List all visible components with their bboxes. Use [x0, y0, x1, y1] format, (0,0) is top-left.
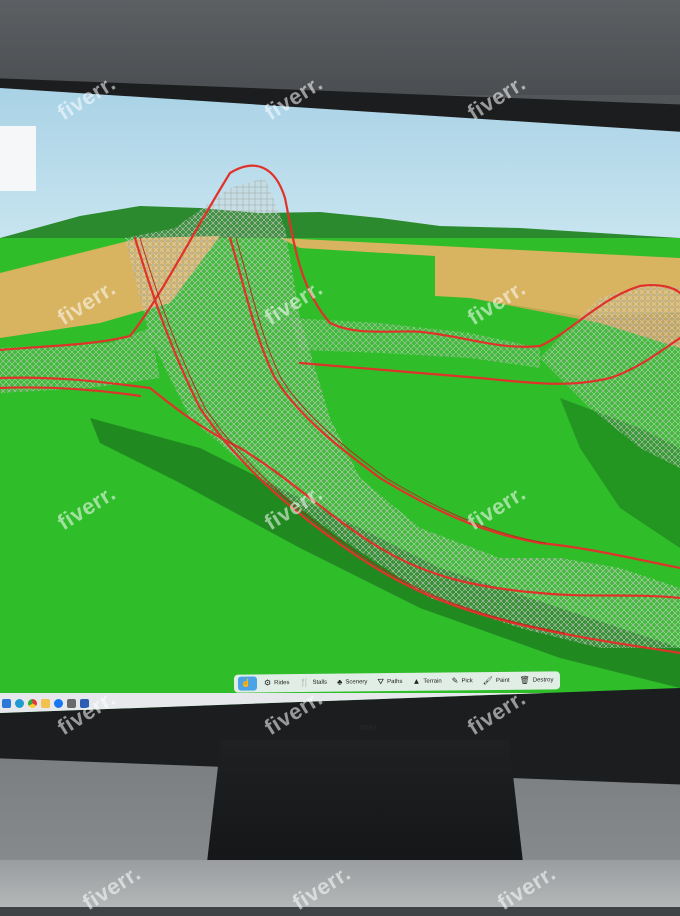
- trash-icon: 🗑: [519, 675, 530, 685]
- ride-icon: ⚙: [263, 678, 272, 688]
- app-icon[interactable]: [67, 698, 76, 708]
- tree-icon: ♣: [337, 677, 343, 687]
- game-viewport[interactable]: [0, 88, 680, 713]
- paint-button[interactable]: 🖌 Paint: [480, 674, 513, 688]
- terrain-button[interactable]: ▲ Terrain: [409, 675, 444, 689]
- edge-icon[interactable]: [15, 698, 24, 708]
- start-icon[interactable]: [2, 698, 11, 708]
- facebook-icon[interactable]: [54, 698, 63, 708]
- game-toolbar: ☝ ⚙ Rides 🍴 Stalls ♣ Scenery ⛛ Paths ▲ T…: [233, 671, 561, 693]
- wall-panel: [0, 0, 680, 95]
- monitor-brand-logo: msi: [360, 722, 377, 732]
- destroy-button[interactable]: 🗑 Destroy: [517, 673, 557, 687]
- monitor-stand: [205, 740, 525, 880]
- monitor-screen: ☝ ⚙ Rides 🍴 Stalls ♣ Scenery ⛛ Paths ▲ T…: [0, 88, 680, 713]
- pointer-icon: ☝: [240, 678, 252, 688]
- terrain-icon: ▲: [412, 676, 421, 686]
- path-icon: ⛛: [377, 677, 385, 687]
- stalls-button[interactable]: 🍴 Stalls: [296, 676, 330, 690]
- desk-surface: [0, 860, 680, 907]
- folder-icon[interactable]: [41, 698, 50, 708]
- blue-app-icon[interactable]: [80, 698, 89, 708]
- paths-button[interactable]: ⛛ Paths: [374, 675, 405, 689]
- scenery-button[interactable]: ♣ Scenery: [334, 675, 370, 689]
- pick-button[interactable]: ✎ Pick: [449, 674, 476, 688]
- rides-button[interactable]: ⚙ Rides: [261, 676, 293, 690]
- stall-icon: 🍴: [299, 677, 310, 688]
- picker-icon: ✎: [451, 676, 459, 686]
- chrome-icon[interactable]: [28, 698, 37, 708]
- select-tool-button[interactable]: ☝: [237, 676, 258, 691]
- ui-panel: [0, 126, 36, 191]
- brush-icon: 🖌: [482, 675, 493, 686]
